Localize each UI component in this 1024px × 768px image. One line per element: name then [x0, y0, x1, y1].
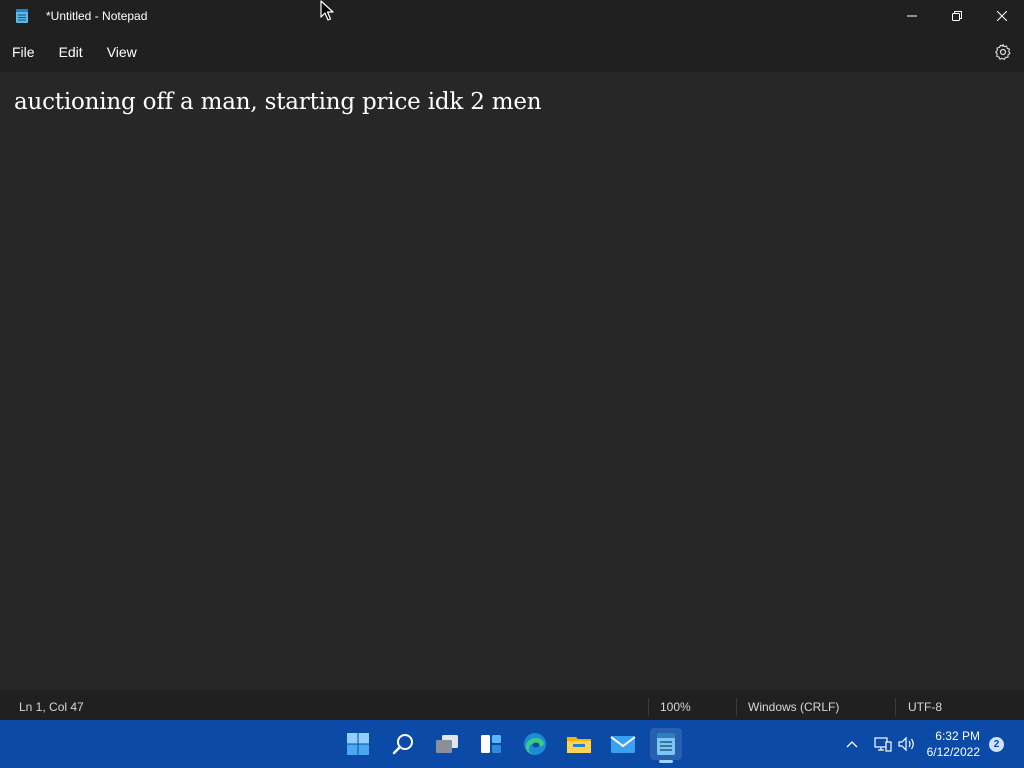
taskbar: 6:32 PM 6/12/2022 2 [0, 720, 1024, 768]
line-endings: Windows (CRLF) [748, 700, 840, 714]
close-icon [996, 11, 1007, 21]
widgets-icon [481, 735, 501, 753]
clock-date: 6/12/2022 [926, 745, 980, 759]
system-tray [842, 720, 918, 768]
editor-content[interactable]: auctioning off a man, starting price idk… [14, 89, 542, 115]
status-divider [736, 698, 737, 716]
minimize-icon [906, 15, 917, 17]
network-icon[interactable] [870, 736, 896, 752]
clock[interactable]: 6:32 PM 6/12/2022 [927, 728, 980, 760]
close-button[interactable] [979, 0, 1024, 32]
edge-button[interactable] [519, 728, 551, 760]
notepad-icon [657, 733, 675, 755]
encoding: UTF-8 [908, 700, 942, 714]
task-view-icon [436, 735, 458, 753]
window-controls [889, 0, 1024, 32]
status-divider [895, 698, 896, 716]
widgets-button[interactable] [475, 728, 507, 760]
notepad-icon [14, 8, 30, 24]
chevron-up-icon[interactable] [842, 740, 862, 748]
start-icon [347, 733, 369, 755]
menu-view[interactable]: View [95, 32, 149, 72]
menu-edit[interactable]: Edit [47, 32, 95, 72]
start-button[interactable] [342, 728, 374, 760]
status-divider [648, 698, 649, 716]
minimize-button[interactable] [889, 0, 934, 32]
search-icon [392, 734, 413, 755]
file-explorer-icon [567, 737, 591, 753]
notepad-taskbar-button[interactable] [650, 728, 682, 763]
menu-bar: File Edit View [0, 32, 1024, 72]
title-bar[interactable]: *Untitled - Notepad [0, 0, 1024, 32]
mail-icon [610, 736, 636, 753]
task-view-button[interactable] [431, 728, 463, 760]
window-title: *Untitled - Notepad [46, 9, 148, 23]
file-explorer-button[interactable] [563, 728, 595, 760]
text-editor[interactable]: auctioning off a man, starting price idk… [0, 72, 1024, 690]
mouse-cursor-icon [320, 0, 334, 21]
menu-file[interactable]: File [0, 32, 47, 72]
notification-badge[interactable]: 2 [989, 737, 1004, 752]
search-button[interactable] [387, 728, 419, 760]
volume-icon[interactable] [896, 736, 918, 752]
restore-icon [951, 11, 962, 21]
cursor-position: Ln 1, Col 47 [19, 700, 84, 714]
status-bar: Ln 1, Col 47 100% Windows (CRLF) UTF-8 [0, 690, 1024, 720]
restore-button[interactable] [934, 0, 979, 32]
gear-icon[interactable] [994, 43, 1012, 61]
mail-button[interactable] [607, 728, 639, 760]
active-indicator [659, 760, 673, 763]
clock-time: 6:32 PM [935, 729, 980, 743]
zoom-level: 100% [660, 700, 691, 714]
edge-icon [524, 733, 546, 755]
